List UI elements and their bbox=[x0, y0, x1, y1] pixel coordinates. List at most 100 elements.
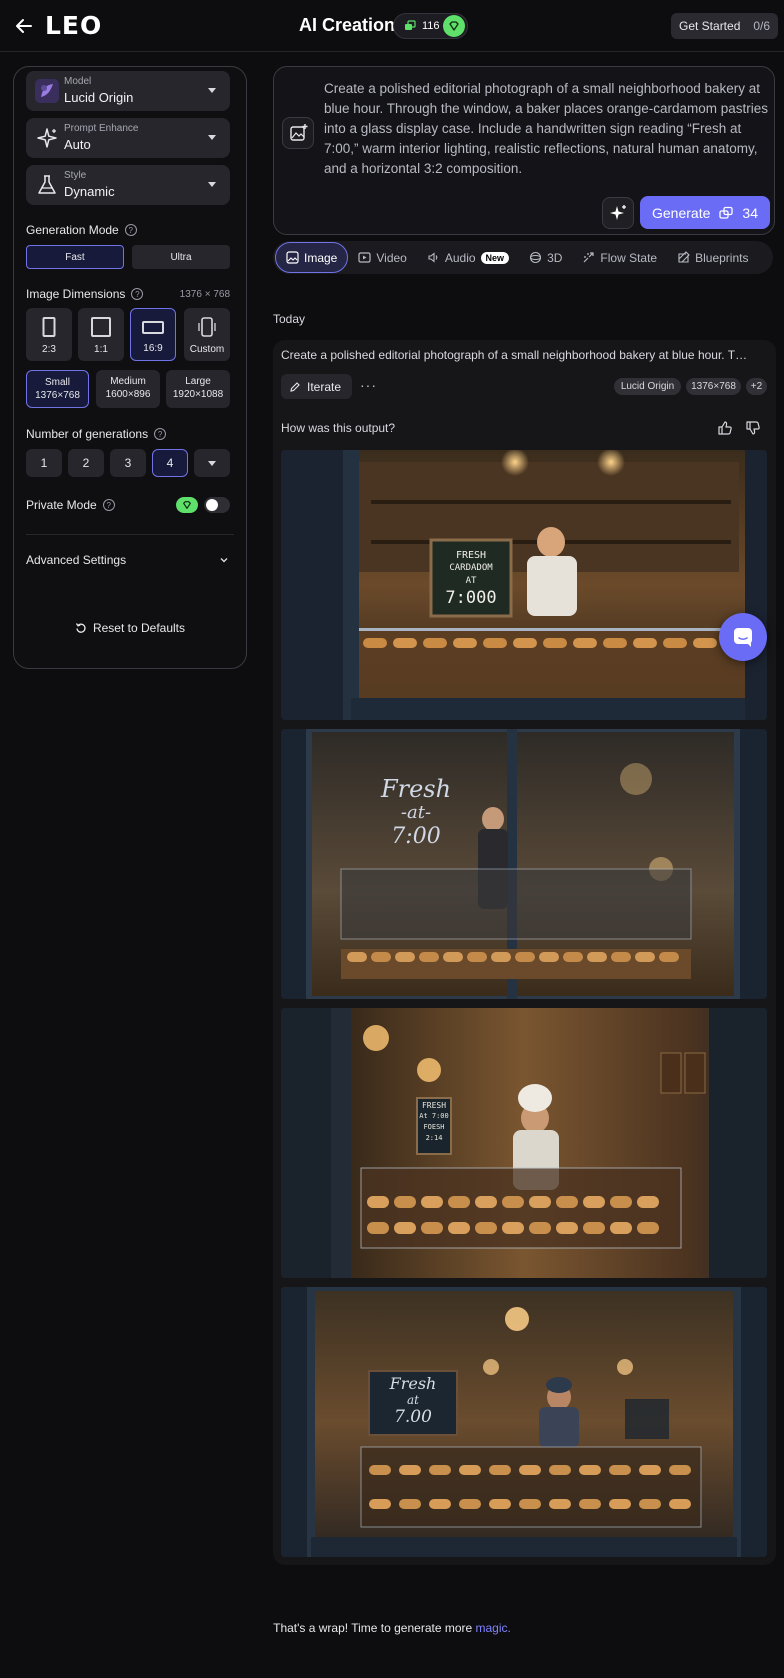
generated-image-3[interactable]: FRESH At 7:00 FOESH 2:14 bbox=[281, 1008, 767, 1278]
pastry-tray bbox=[347, 952, 687, 976]
model-dropdown[interactable]: Model Lucid Origin bbox=[26, 71, 230, 111]
help-icon[interactable]: ? bbox=[131, 288, 144, 300]
help-icon[interactable]: ? bbox=[102, 499, 115, 511]
help-icon[interactable]: ? bbox=[124, 224, 137, 236]
generations-3-button[interactable]: 3 bbox=[110, 449, 146, 477]
sign-line: 7:00 bbox=[391, 824, 441, 849]
sign-line: At 7:00 bbox=[419, 1112, 449, 1120]
generated-image-1[interactable]: FRESH CARDADOM AT 7:000 bbox=[281, 450, 767, 720]
tab-3d[interactable]: 3D bbox=[519, 242, 572, 273]
chevron-down-icon bbox=[208, 88, 216, 93]
prompt-textarea[interactable]: Create a polished editorial photograph o… bbox=[324, 79, 769, 179]
tab-label: Flow State bbox=[600, 250, 658, 265]
ratio-label: 1:1 bbox=[94, 344, 108, 355]
size-large-button[interactable]: Large 1920×1088 bbox=[166, 370, 230, 408]
magic-link[interactable]: magic. bbox=[476, 1621, 511, 1635]
advanced-settings-label: Advanced Settings bbox=[26, 553, 127, 567]
size-name: Small bbox=[44, 377, 70, 388]
pastry-tray bbox=[367, 1196, 677, 1242]
ratio-custom-button[interactable]: Custom bbox=[184, 308, 230, 361]
reset-label: Reset to Defaults bbox=[92, 621, 186, 635]
generations-more-dropdown[interactable] bbox=[194, 449, 230, 477]
iterate-label: Iterate bbox=[307, 379, 342, 394]
mode-tabs: Image Video Audio New 3D Flow State Blue… bbox=[273, 241, 773, 274]
size-small-button[interactable]: Small 1376×768 bbox=[26, 370, 89, 408]
style-dropdown[interactable]: Style Dynamic bbox=[26, 165, 230, 205]
magic-prompt-button[interactable] bbox=[602, 197, 634, 229]
generations-2-button[interactable]: 2 bbox=[68, 449, 104, 477]
generations-1-button[interactable]: 1 bbox=[26, 449, 62, 477]
page-title: AI Creation bbox=[299, 15, 396, 35]
result-prompt-text[interactable]: Create a polished editorial photograph o… bbox=[281, 348, 751, 362]
prompt-enhance-dropdown[interactable]: Prompt Enhance Auto bbox=[26, 118, 230, 158]
model-value: Lucid Origin bbox=[64, 90, 134, 105]
size-medium-button[interactable]: Medium 1600×896 bbox=[96, 370, 160, 408]
sign-line: FOESH bbox=[423, 1123, 445, 1131]
ratio-2-3-button[interactable]: 2:3 bbox=[26, 308, 72, 361]
help-icon[interactable]: ? bbox=[154, 428, 167, 440]
audio-icon bbox=[428, 252, 438, 263]
image-icon bbox=[286, 251, 299, 264]
tab-blueprints[interactable]: Blueprints bbox=[667, 242, 758, 273]
size-name: Medium bbox=[110, 376, 146, 387]
top-bar: LEO AI Creation 116 Get Started 0/6 bbox=[0, 0, 784, 52]
chat-support-button[interactable] bbox=[719, 613, 767, 661]
private-mode-heading: Private Mode ? bbox=[26, 498, 115, 512]
tab-label: Image bbox=[304, 250, 338, 265]
num-generations-heading: Number of generations ? bbox=[26, 427, 167, 441]
window-sign: Fresh -at- 7:00 bbox=[371, 777, 461, 849]
add-image-button[interactable] bbox=[282, 117, 314, 149]
pastry-tray bbox=[369, 1465, 695, 1521]
divider bbox=[26, 534, 234, 535]
ratio-label: Custom bbox=[189, 344, 225, 355]
back-arrow-icon[interactable] bbox=[12, 14, 36, 38]
more-chips-badge[interactable]: +2 bbox=[746, 378, 767, 395]
private-mode-toggle[interactable] bbox=[204, 497, 230, 513]
tab-label: 3D bbox=[547, 250, 563, 265]
tab-video[interactable]: Video bbox=[348, 242, 416, 273]
get-started-button[interactable]: Get Started 0/6 bbox=[671, 13, 778, 39]
pencil-icon bbox=[290, 381, 300, 392]
sparkle-icon bbox=[37, 128, 57, 148]
tab-audio[interactable]: Audio New bbox=[417, 242, 519, 273]
generation-result-card: Create a polished editorial photograph o… bbox=[273, 340, 776, 1565]
generated-image-2[interactable]: Fresh -at- 7:00 bbox=[281, 729, 767, 999]
flask-icon bbox=[38, 175, 56, 194]
tokens-icon bbox=[719, 206, 734, 219]
model-thumbnail-icon bbox=[35, 79, 59, 103]
reset-defaults-button[interactable]: Reset to Defaults bbox=[14, 621, 246, 635]
private-mode-label: Private Mode bbox=[26, 498, 97, 512]
gem-icon[interactable] bbox=[443, 15, 465, 37]
square-ratio-icon bbox=[91, 317, 111, 337]
thumbs-up-icon[interactable] bbox=[716, 419, 734, 437]
style-label: Style bbox=[64, 170, 87, 181]
leo-logo[interactable]: LEO bbox=[45, 11, 102, 40]
mode-fast-button[interactable]: Fast bbox=[26, 245, 124, 269]
ratio-16-9-button[interactable]: 16:9 bbox=[130, 308, 176, 361]
sign-line: AT bbox=[465, 575, 477, 586]
ratio-1-1-button[interactable]: 1:1 bbox=[78, 308, 124, 361]
tab-flow-state[interactable]: Flow State bbox=[572, 242, 667, 273]
chevron-down-icon bbox=[208, 182, 216, 187]
chevron-down-icon bbox=[208, 135, 216, 140]
prompt-panel: Create a polished editorial photograph o… bbox=[273, 66, 775, 235]
generated-image-4[interactable]: Fresh at 7.00 bbox=[281, 1287, 767, 1557]
chevron-down-icon bbox=[220, 558, 228, 563]
generate-button[interactable]: Generate 34 bbox=[640, 196, 770, 229]
size-dims: 1376×768 bbox=[35, 390, 80, 401]
bakery-sign: Fresh at 7.00 bbox=[369, 1375, 457, 1426]
ratio-label: 2:3 bbox=[42, 344, 56, 355]
token-balance[interactable]: 116 bbox=[393, 13, 468, 39]
mode-ultra-button[interactable]: Ultra bbox=[132, 245, 230, 269]
premium-gem-icon bbox=[176, 497, 198, 513]
generations-4-button[interactable]: 4 bbox=[152, 449, 188, 477]
tab-image[interactable]: Image bbox=[275, 242, 349, 273]
thumbs-down-icon[interactable] bbox=[744, 419, 762, 437]
sign-line: 2:14 bbox=[425, 1134, 443, 1142]
iterate-button[interactable]: Iterate bbox=[281, 374, 352, 399]
advanced-settings-toggle[interactable]: Advanced Settings bbox=[26, 550, 230, 570]
sign-line: FRESH bbox=[421, 1101, 447, 1110]
generation-mode-label: Generation Mode bbox=[26, 223, 119, 237]
more-options-icon[interactable]: ··· bbox=[360, 377, 377, 393]
sign-line: 7.00 bbox=[394, 1407, 432, 1427]
